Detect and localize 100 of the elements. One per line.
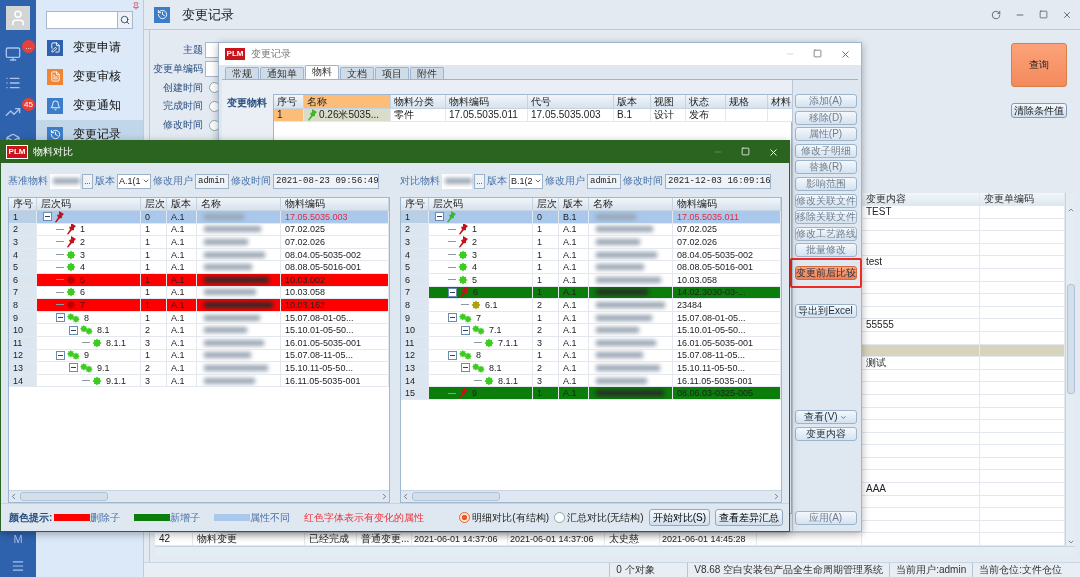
table-cell: 测试 <box>862 357 980 370</box>
tree-label: 9 <box>84 349 89 362</box>
tree-label: 5 <box>80 273 85 286</box>
table-cell: 0 <box>141 211 167 224</box>
table-cell: A.1 <box>167 261 197 274</box>
table-cell: B.1 <box>559 211 589 224</box>
table-cell: 发布 <box>686 109 726 122</box>
table-cell: 零件 <box>391 109 446 122</box>
table-cell: 1 <box>9 211 37 224</box>
status-text: 当前仓位:文件仓位 <box>972 563 1062 577</box>
legend-label: 删除子 <box>90 510 121 525</box>
user-field: admin <box>195 173 229 189</box>
tree-label: 9 <box>472 387 477 399</box>
column-header: 序号 <box>9 198 37 211</box>
field-label: 变更单编码 <box>152 62 203 77</box>
tree-label: 2 <box>472 236 477 248</box>
field-label: 创建时间 <box>162 80 203 95</box>
tree-label: 3 <box>80 248 85 261</box>
table-cell: A.1 <box>559 362 589 375</box>
table-cell: 07.02.026 <box>673 236 781 249</box>
table-cell: 1 <box>141 236 167 249</box>
table-cell: 15.10.01-05-50... <box>281 324 389 337</box>
table-cell: 设计 <box>651 109 686 122</box>
table-cell: A.1 <box>167 324 197 337</box>
app-logo: PLM <box>224 47 246 61</box>
tree-label: 7 <box>80 299 85 311</box>
table-cell: 1 <box>141 261 167 274</box>
table-cell: 10 <box>401 324 429 337</box>
status-text: 当前用户:admin <box>889 563 967 577</box>
table-cell: 5 <box>401 261 429 274</box>
count-badge: ... <box>22 40 35 53</box>
column-header: 层次码 <box>37 198 141 211</box>
tree-label: 1 <box>472 223 477 236</box>
table-cell: 55555 <box>862 319 980 332</box>
column-header: 物料编码 <box>281 198 389 211</box>
column-header: 序号 <box>274 95 304 109</box>
tree-label: 6 <box>80 286 85 299</box>
field-label: 版本 <box>487 174 507 188</box>
column-header: 层次码 <box>429 198 533 211</box>
table-cell: 2 <box>141 324 167 337</box>
tree-label: 8.1.1 <box>106 336 127 349</box>
tree-label: 9.1.1 <box>106 374 127 387</box>
app-logo: PLM <box>6 145 28 159</box>
table-cell: 15.10.01-05-50... <box>673 324 781 337</box>
tree-label: 8.1 <box>489 362 502 374</box>
section-label: 变更物料 <box>227 96 267 110</box>
status-text: V8.68 空白安装包产品全生命周期管理系统 <box>687 563 884 577</box>
tree-label: 8 <box>84 311 89 324</box>
field-label: 修改用户 <box>153 174 193 188</box>
legend-label: 新增子 <box>170 510 201 525</box>
field-label: 完成时间 <box>162 99 203 114</box>
column-header: 名称 <box>304 95 391 109</box>
table-cell: A.1 <box>167 211 197 224</box>
column-header: 规格 <box>726 95 768 109</box>
table-cell: 13 <box>9 362 37 375</box>
column-header: 序号 <box>401 198 429 211</box>
tree-label: 4 <box>80 261 85 273</box>
column-header: 视图 <box>651 95 686 109</box>
table-cell: 17.05.5035.003 <box>528 109 614 122</box>
table-cell: A.1 <box>559 261 589 274</box>
tree-label: 1 <box>80 223 85 236</box>
column-header: 版本 <box>614 95 651 109</box>
field-label: 修改时间 <box>162 118 203 133</box>
table-cell: 2 <box>533 362 559 375</box>
table-cell: 5 <box>9 261 37 274</box>
table-cell: 1 <box>141 299 167 312</box>
tree-label: 4 <box>472 261 477 273</box>
table-cell: 8 <box>401 299 429 312</box>
table-cell: 15.10.11-05-50... <box>281 362 389 375</box>
table-cell: 13 <box>401 362 429 375</box>
table-cell: A.1 <box>559 387 589 400</box>
table-cell: 8 <box>9 299 37 312</box>
legend-note: 红色字体表示有变化的属性 <box>304 510 425 525</box>
tree-label: 8.1.1 <box>498 374 519 387</box>
table-cell: 1 <box>533 236 559 249</box>
column-header: 名称 <box>197 198 281 211</box>
tree-label: 7.1 <box>489 324 502 336</box>
user-field: admin <box>587 173 621 189</box>
field-label: 修改用户 <box>545 174 585 188</box>
table-cell: 10 <box>9 324 37 337</box>
column-header: 材料 <box>768 95 793 109</box>
column-header: 层次 <box>533 198 559 211</box>
field-label: 主题 <box>182 43 203 58</box>
field-label: 修改时间 <box>231 174 271 188</box>
table-cell: A.1 <box>167 236 197 249</box>
column-header: 物料编码 <box>446 95 528 109</box>
table-cell: A.1 <box>559 324 589 337</box>
status-text: 0 个对象 <box>609 563 682 577</box>
table-cell: A.1 <box>559 299 589 312</box>
page-title: 变更记录 <box>182 5 234 24</box>
tree-label: 5 <box>472 273 477 286</box>
tree-label: 7.1.1 <box>498 336 519 349</box>
tree-label: 6 <box>473 286 478 299</box>
table-cell: 17.05.5035.011 <box>673 211 781 224</box>
table-cell: A.1 <box>167 362 197 375</box>
table-cell: 1 <box>401 211 429 224</box>
table-cell: test <box>862 256 980 269</box>
table-cell: 07.02.026 <box>281 236 389 249</box>
table-cell: A.1 <box>167 299 197 312</box>
table-cell: 17.05.5035.003 <box>281 211 389 224</box>
